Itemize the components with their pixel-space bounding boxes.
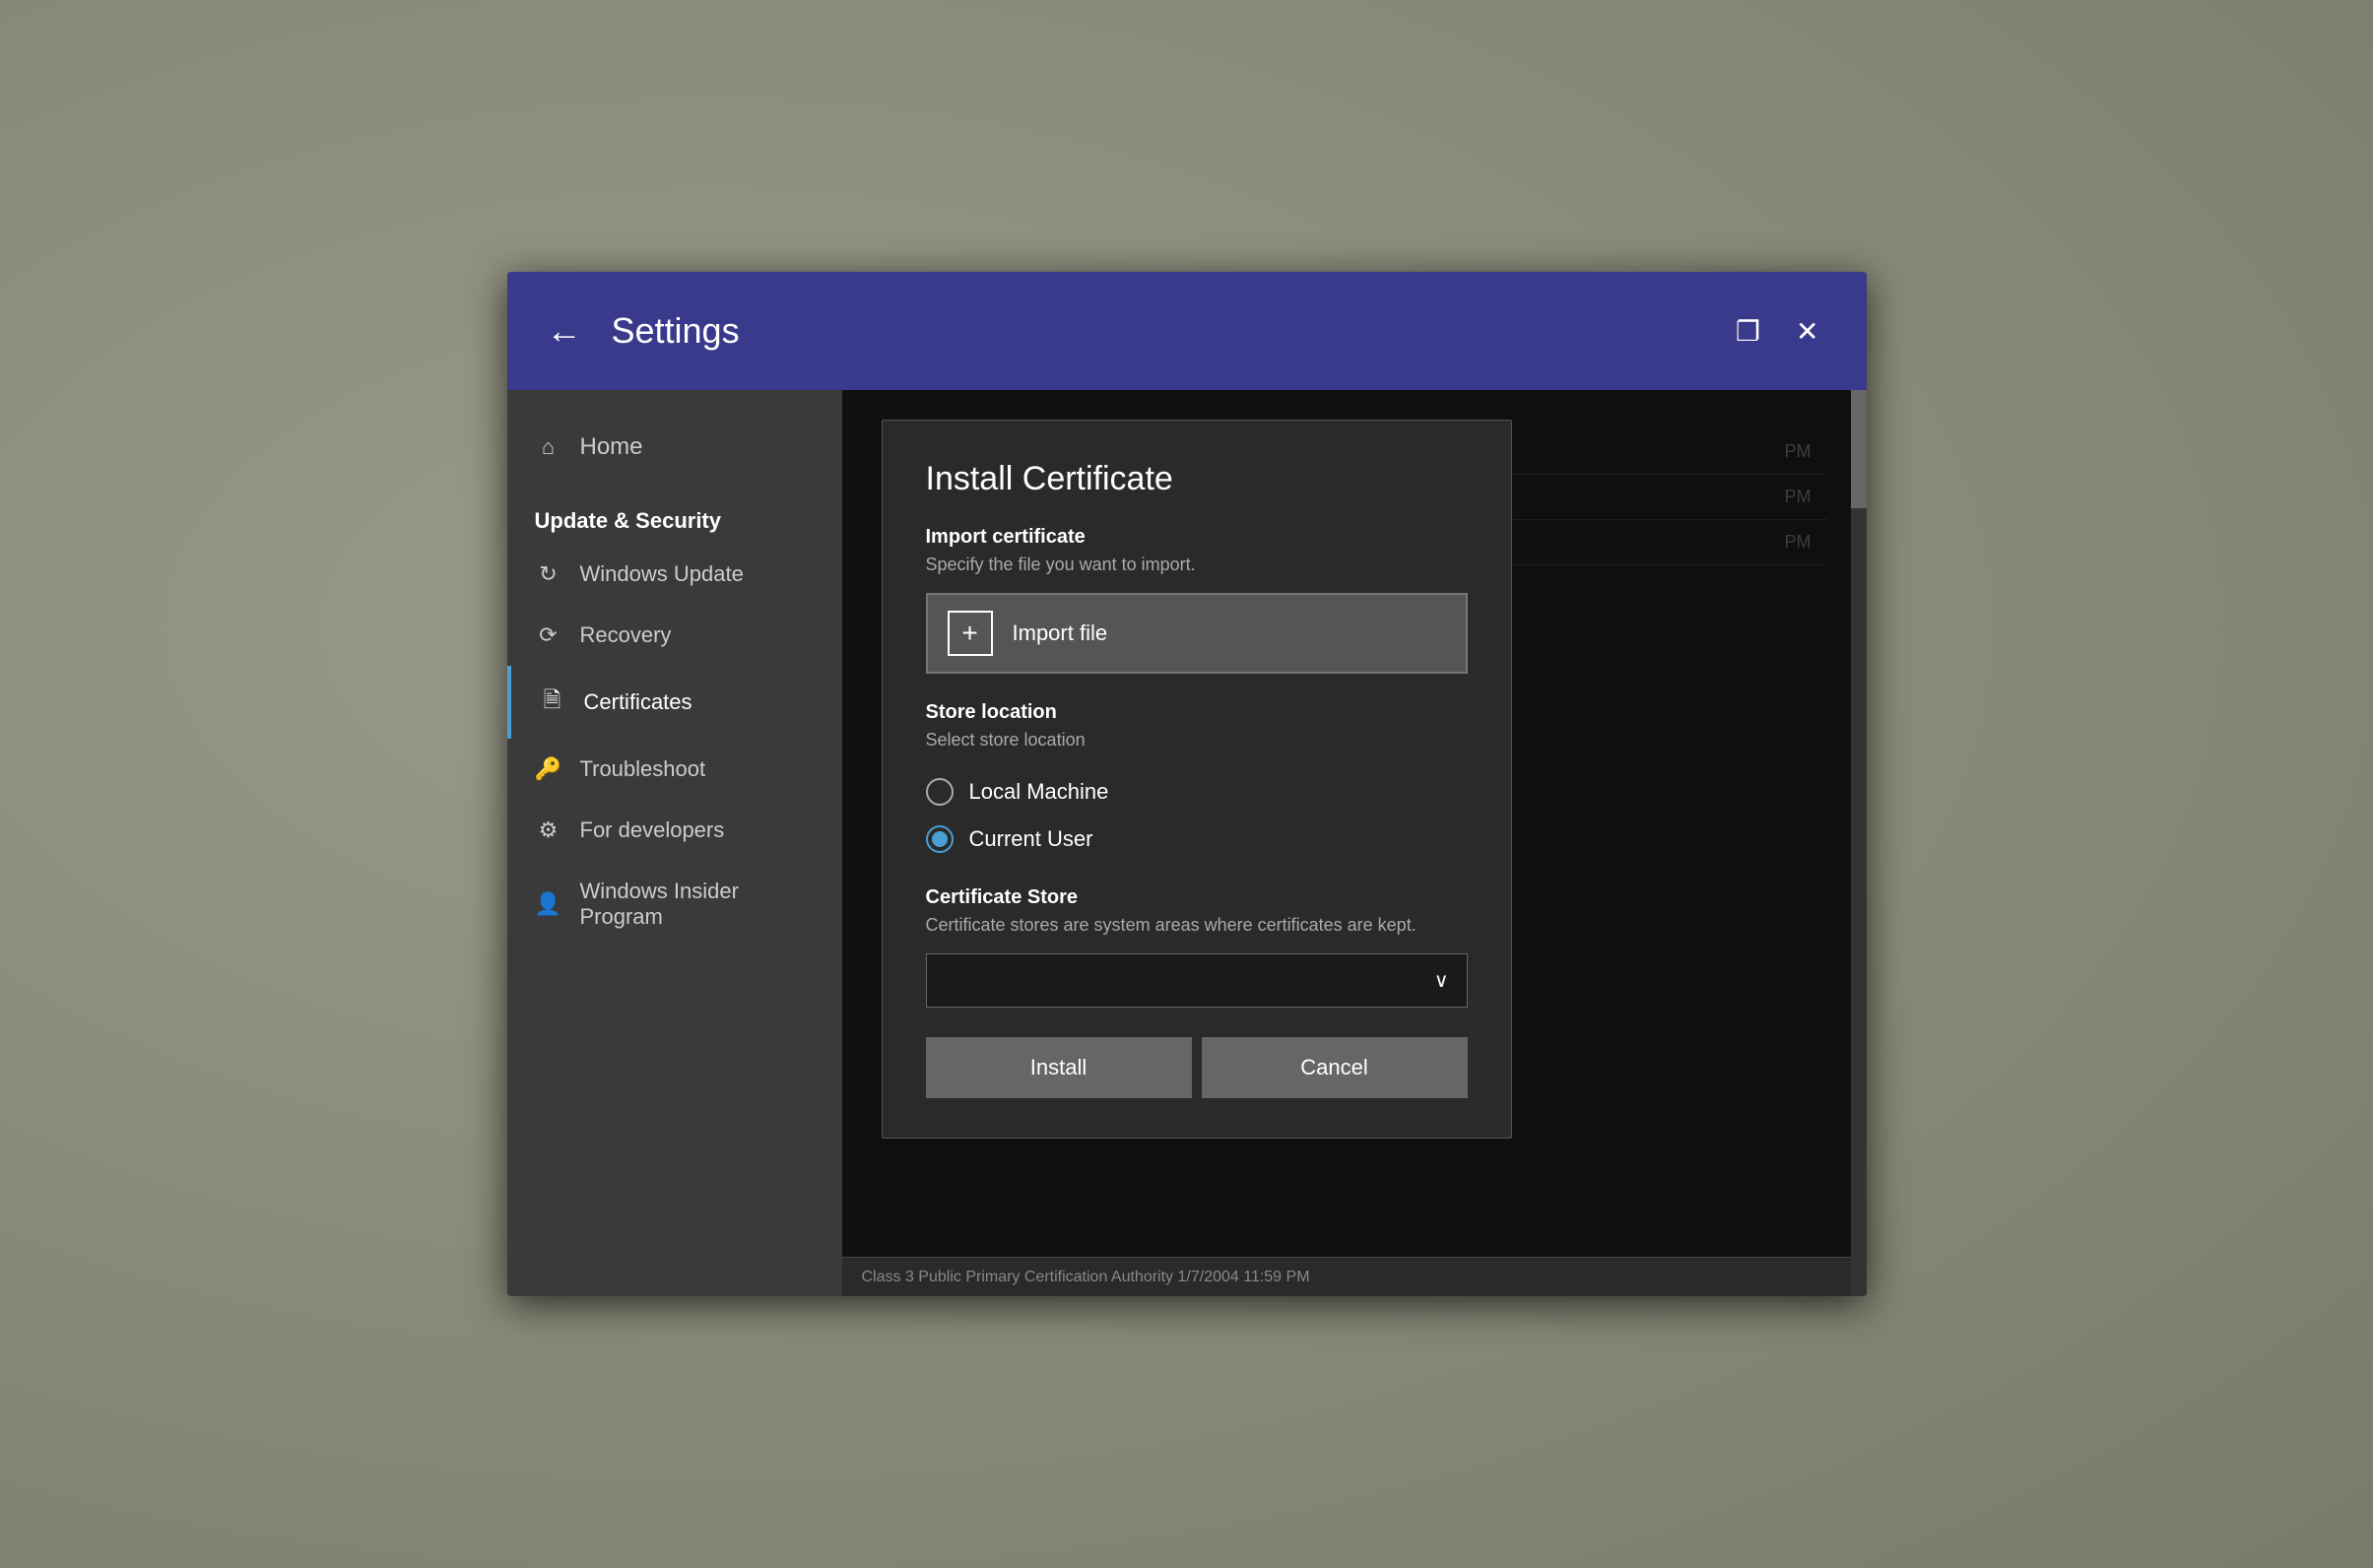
dialog-buttons: Install Cancel <box>926 1037 1468 1098</box>
sidebar-item-for-developers[interactable]: ⚙ For developers <box>507 800 842 861</box>
title-bar: ← Settings ❐ ✕ <box>507 272 1867 390</box>
import-file-label: Import file <box>1013 621 1108 646</box>
restore-button[interactable]: ❐ <box>1728 307 1768 356</box>
import-file-button[interactable]: + Import file <box>926 593 1468 674</box>
sidebar: ⌂ Home Update & Security ↻ Windows Updat… <box>507 390 842 1296</box>
store-location-section: Store location Select store location Loc… <box>926 701 1468 863</box>
sidebar-item-label: Windows InsiderProgram <box>580 879 739 930</box>
import-section-desc: Specify the file you want to import. <box>926 555 1468 575</box>
radio-label-local-machine: Local Machine <box>969 779 1109 805</box>
page-title: Settings <box>612 310 1728 352</box>
chevron-down-icon: ∨ <box>1434 968 1449 993</box>
radio-current-user[interactable]: Current User <box>926 816 1468 863</box>
home-icon: ⌂ <box>535 434 562 460</box>
radio-circle-current-user <box>926 825 954 853</box>
sidebar-item-windows-insider[interactable]: 👤 Windows InsiderProgram <box>507 861 842 947</box>
windows-update-icon: ↻ <box>535 561 562 587</box>
home-label: Home <box>580 433 643 461</box>
sidebar-item-label: Troubleshoot <box>580 756 706 782</box>
scrollbar-thumb[interactable] <box>1851 390 1867 508</box>
sidebar-item-label: Certificates <box>584 689 692 715</box>
content-area: PM PM PM Install Certificate Import cert… <box>842 390 1867 1296</box>
sidebar-item-label: For developers <box>580 817 725 843</box>
radio-local-machine[interactable]: Local Machine <box>926 768 1468 816</box>
main-content: ⌂ Home Update & Security ↻ Windows Updat… <box>507 390 1867 1296</box>
install-certificate-dialog: Install Certificate Import certificate S… <box>882 420 1512 1139</box>
radio-label-current-user: Current User <box>969 826 1093 852</box>
cert-store-section: Certificate Store Certificate stores are… <box>926 886 1468 1008</box>
windows-insider-icon: 👤 <box>535 891 562 917</box>
sidebar-item-home[interactable]: ⌂ Home <box>507 410 842 485</box>
back-button[interactable]: ← <box>547 313 582 349</box>
certificates-icon: 🗎 <box>539 684 566 721</box>
settings-window: ← Settings ❐ ✕ ⌂ Home Update & Security … <box>507 272 1867 1296</box>
sidebar-item-label: Recovery <box>580 622 672 648</box>
sidebar-item-troubleshoot[interactable]: 🔑 Troubleshoot <box>507 739 842 800</box>
dialog-title: Install Certificate <box>926 460 1468 498</box>
install-button[interactable]: Install <box>926 1037 1192 1098</box>
cancel-button[interactable]: Cancel <box>1202 1037 1468 1098</box>
scrollbar[interactable] <box>1851 390 1867 1296</box>
sidebar-section-header: Update & Security <box>507 485 842 544</box>
recovery-icon: ⟳ <box>535 622 562 648</box>
sidebar-item-recovery[interactable]: ⟳ Recovery <box>507 605 842 666</box>
cert-store-label: Certificate Store <box>926 886 1468 909</box>
import-section-label: Import certificate <box>926 526 1468 549</box>
cert-store-desc: Certificate stores are system areas wher… <box>926 915 1468 936</box>
footer-text: Class 3 Public Primary Certification Aut… <box>862 1269 1310 1286</box>
dialog-overlay: Install Certificate Import certificate S… <box>842 390 1867 1296</box>
footer-bar: Class 3 Public Primary Certification Aut… <box>842 1257 1867 1296</box>
close-button[interactable]: ✕ <box>1788 307 1826 356</box>
troubleshoot-icon: 🔑 <box>535 756 562 782</box>
sidebar-item-label: Windows Update <box>580 561 744 587</box>
cert-store-dropdown[interactable]: ∨ <box>926 953 1468 1008</box>
sidebar-item-certificates[interactable]: 🗎 Certificates <box>507 666 842 739</box>
plus-icon: + <box>948 611 993 656</box>
radio-circle-local-machine <box>926 778 954 806</box>
for-developers-icon: ⚙ <box>535 817 562 843</box>
sidebar-item-windows-update[interactable]: ↻ Windows Update <box>507 544 842 605</box>
store-location-desc: Select store location <box>926 730 1468 751</box>
store-location-label: Store location <box>926 701 1468 724</box>
window-controls: ❐ ✕ <box>1728 307 1827 356</box>
